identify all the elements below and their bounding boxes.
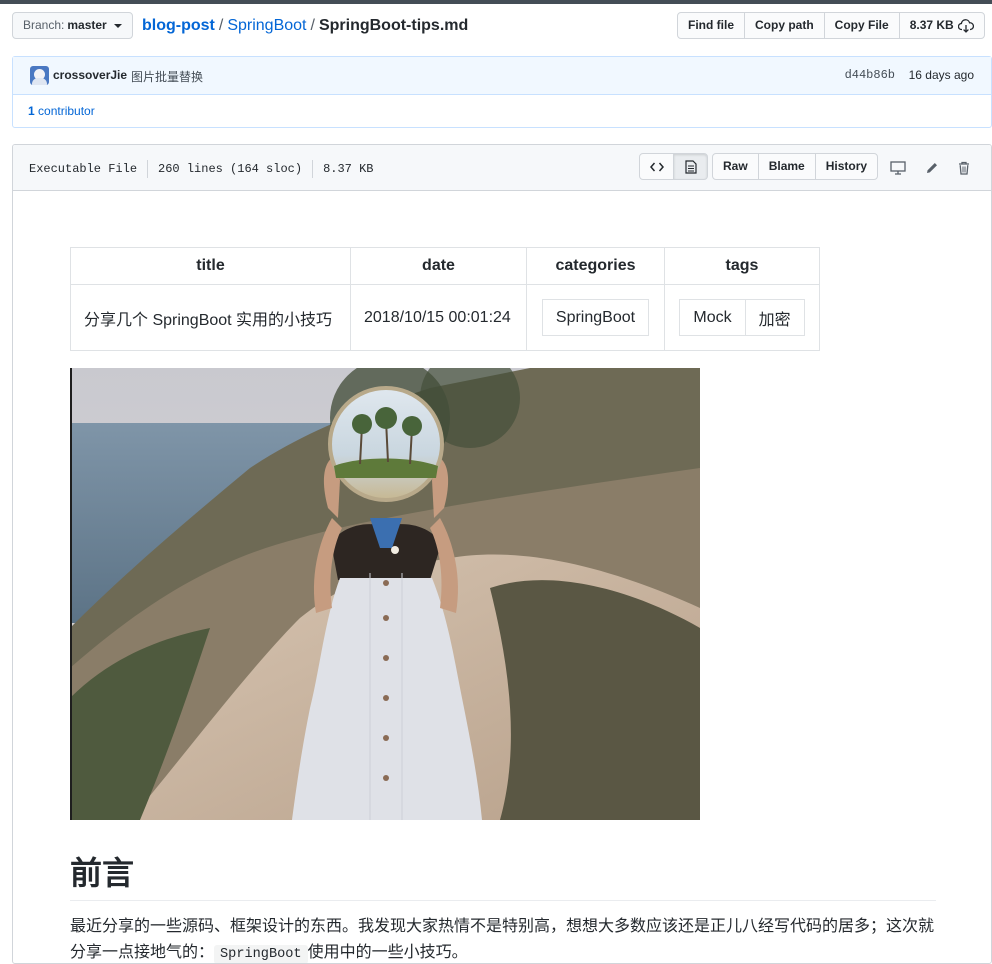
desktop-icon[interactable] (888, 158, 908, 178)
file-text-icon (684, 159, 697, 174)
commit-info-box: crossoverJie 图片批量替换 d44b86b 16 days ago … (12, 56, 992, 128)
contributor-count: 1 (28, 104, 35, 118)
code-icon (649, 162, 664, 171)
category-item: SpringBoot (541, 299, 650, 336)
col-header-date: date (350, 247, 527, 285)
contributors-link[interactable]: 1 contributor (28, 104, 95, 118)
breadcrumb-file-name: SpringBoot-tips.md (318, 17, 469, 34)
branch-prefix: Branch: (23, 18, 65, 32)
file-nav-buttons: Find file Copy path Copy File 8.37 KB (677, 12, 985, 39)
cloud-download-icon (957, 18, 974, 33)
file-header: Executable File 260 lines (164 sloc) 8.3… (13, 145, 991, 191)
copy-path-button[interactable]: Copy path (744, 12, 825, 39)
tag-item: 加密 (744, 299, 805, 336)
date-cell: 2018/10/15 00:01:24 (350, 284, 527, 351)
download-size-button[interactable]: 8.37 KB (898, 12, 985, 39)
rendered-view-button[interactable] (673, 153, 708, 180)
file-size: 8.37 KB (323, 162, 374, 176)
tags-list: Mock 加密 (679, 299, 805, 336)
view-toggle (639, 153, 708, 180)
breadcrumb-separator: / (310, 17, 315, 34)
section-heading: 前言 (70, 855, 135, 891)
breadcrumb-root-link[interactable]: blog-post (142, 17, 215, 34)
source-view-button[interactable] (639, 153, 674, 180)
pencil-icon[interactable] (922, 158, 942, 178)
find-file-button[interactable]: Find file (677, 12, 745, 39)
commit-sha-link[interactable]: d44b86b (845, 68, 895, 82)
commit-author-link[interactable]: crossoverJie (53, 68, 127, 82)
commit-message-link[interactable]: 图片批量替换 (131, 68, 203, 85)
categories-list: SpringBoot (541, 299, 650, 336)
title-cell: 分享几个 SpringBoot 实用的小技巧 (70, 284, 351, 351)
breadcrumb-folder-link[interactable]: SpringBoot (227, 17, 306, 34)
col-header-categories: categories (526, 247, 665, 285)
tag-item: Mock (679, 299, 746, 336)
contributor-label: contributor (38, 104, 95, 118)
file-mode: Executable File (29, 162, 138, 176)
avatar[interactable] (30, 66, 49, 85)
branch-select-button[interactable]: Branch: master (12, 12, 133, 39)
intro-paragraph: 最近分享的一些源码、框架设计的东西。我发现大家热情不是特别高，想想大多数应该还是… (70, 914, 940, 963)
categories-cell: SpringBoot (526, 284, 665, 351)
trash-icon[interactable] (954, 158, 974, 178)
divider (312, 160, 314, 178)
col-header-tags: tags (664, 247, 820, 285)
caret-down-icon (113, 23, 122, 28)
breadcrumb: blog-post / SpringBoot / SpringBoot-tips.md (142, 15, 468, 37)
copy-file-button[interactable]: Copy File (823, 12, 900, 39)
branch-name: master (67, 18, 107, 32)
commit-header: crossoverJie 图片批量替换 d44b86b 16 days ago (13, 57, 991, 95)
file-info: Executable File 260 lines (164 sloc) 8.3… (29, 160, 373, 178)
file-actions: Raw Blame History (712, 153, 879, 180)
download-size: 8.37 KB (909, 18, 954, 32)
paragraph-text: 最近分享的一些源码、框架设计的东西。我发现大家热情不是特别高，想想大多数应该还是… (70, 918, 935, 961)
file-viewer: Executable File 260 lines (164 sloc) 8.3… (12, 144, 992, 964)
top-bar (0, 0, 992, 4)
heading-rule (70, 900, 936, 901)
history-button[interactable]: History (814, 153, 879, 180)
raw-button[interactable]: Raw (712, 153, 759, 180)
hero-image (70, 368, 700, 820)
commit-time: 16 days ago (908, 68, 974, 82)
breadcrumb-separator: / (218, 17, 224, 34)
divider (147, 160, 149, 178)
file-lines: 260 lines (164 sloc) (158, 162, 303, 176)
tags-cell: Mock 加密 (664, 284, 820, 351)
inline-code: SpringBoot (214, 945, 308, 963)
col-header-title: title (70, 247, 351, 285)
front-matter-table: title date categories tags 分享几个 SpringBo… (70, 247, 820, 351)
blame-button[interactable]: Blame (757, 153, 816, 180)
table-row: 分享几个 SpringBoot 实用的小技巧 2018/10/15 00:01:… (70, 284, 820, 351)
paragraph-text: 使用中的一些小技巧。 (307, 944, 468, 961)
